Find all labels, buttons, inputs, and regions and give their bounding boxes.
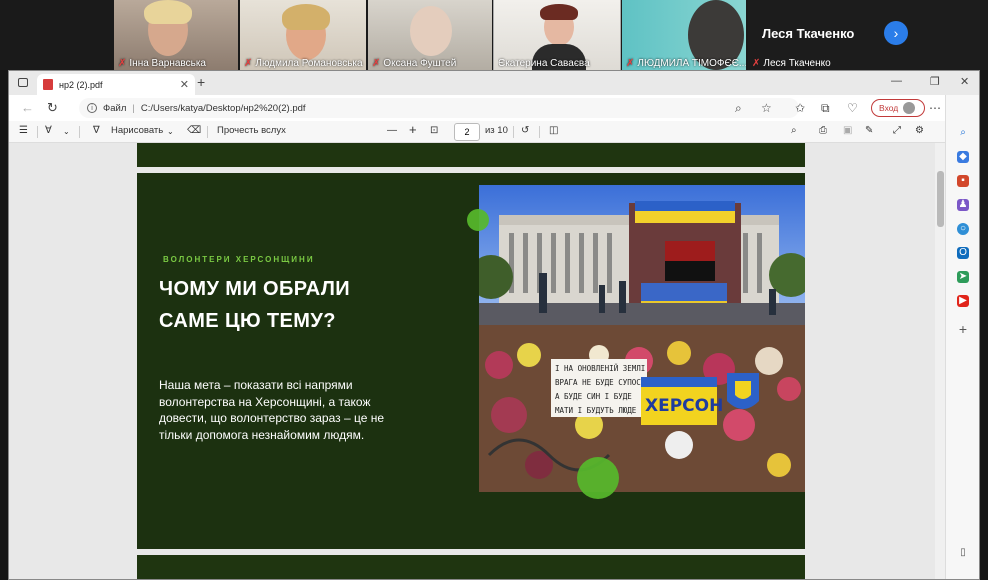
browser-window: нр2 (2).pdf ✕ + — ❐ ✕ ← ↻ i Файл | C:/Us… xyxy=(8,70,980,580)
slide-kicker: ВОЛОНТЕРИ ХЕРСОНЩИНИ xyxy=(163,255,315,264)
mic-muted-icon: ✗ xyxy=(118,57,127,69)
participant-name: Оксана Фуштей xyxy=(383,57,457,69)
participant-tile[interactable]: ✗ ЛЮДМИЛА ТІМОФЄЄ... xyxy=(622,0,746,70)
tab-pdf[interactable]: нр2 (2).pdf ✕ xyxy=(37,74,195,95)
tab-actions-icon[interactable] xyxy=(18,78,28,87)
participant-tile[interactable]: ✗ Інна Варнавська xyxy=(114,0,238,70)
close-tab-icon[interactable]: ✕ xyxy=(180,78,189,91)
sign-line: МАТИ І БУДУТЬ ЛЮДЕ xyxy=(555,406,637,415)
tab-title: нр2 (2).pdf xyxy=(59,79,103,90)
address-bar[interactable]: i Файл | C:/Users/katya/Desktop/нр2%20(2… xyxy=(79,98,799,118)
page-number-input[interactable]: 2 xyxy=(454,123,480,141)
edge-sidebar: ⌕ ◆ ▪ ♟ ○ O ➤ ▶ + ▯ xyxy=(945,95,979,579)
slide-next xyxy=(137,555,805,579)
zoom-out-icon[interactable]: — xyxy=(387,125,397,136)
slide-current: ВОЛОНТЕРИ ХЕРСОНЩИНИ ЧОМУ МИ ОБРАЛИ САМЕ… xyxy=(137,173,805,549)
shopping-icon[interactable]: ◆ xyxy=(957,151,969,163)
green-decor-dot xyxy=(577,457,619,499)
participant-name: Інна Варнавська xyxy=(129,57,206,69)
rotate-icon[interactable]: ↺ xyxy=(521,125,529,136)
slide-title: ЧОМУ МИ ОБРАЛИ САМЕ ЦЮ ТЕМУ? xyxy=(159,278,351,332)
back-arrow-icon[interactable]: ← xyxy=(21,100,34,115)
page-total: из 10 xyxy=(485,125,508,136)
tools-icon[interactable]: ▪ xyxy=(957,175,969,187)
page-view-icon[interactable]: ◫ xyxy=(549,125,558,136)
more-menu-icon[interactable]: ⋯ xyxy=(929,101,941,115)
browser-essentials-icon[interactable]: ♡ xyxy=(847,101,858,115)
green-decor-dot xyxy=(467,209,489,231)
tab-bar: нр2 (2).pdf ✕ + — ❐ ✕ xyxy=(9,71,979,95)
sign-line: А БУДЕ СИН І БУДЕ xyxy=(555,392,632,401)
next-participants-button[interactable]: › xyxy=(884,21,908,45)
participant-name: ЛЮДМИЛА ТІМОФЄЄ... xyxy=(637,57,746,69)
close-window-icon[interactable]: ✕ xyxy=(960,75,969,88)
scrollbar-thumb[interactable] xyxy=(937,171,944,227)
kherson-banner-text: ХЕРСОН xyxy=(645,396,723,416)
favorite-star-icon[interactable]: ☆ xyxy=(761,101,772,115)
speaker-name: Леся Ткаченко xyxy=(762,26,855,41)
youtube-icon[interactable]: ▶ xyxy=(957,295,969,307)
eraser-icon[interactable]: ⌫ xyxy=(187,125,201,136)
chevron-down-icon[interactable]: ⌄ xyxy=(167,127,174,136)
participant-tile[interactable]: ✗ Оксана Фуштей xyxy=(368,0,492,70)
mic-muted-icon: ✗ xyxy=(626,57,635,69)
video-strip: ✗ Інна Варнавська ✗ Людмила Романовська ✗ О… xyxy=(0,0,988,71)
avatar xyxy=(903,102,916,114)
draw-icon[interactable]: ∇ xyxy=(93,125,100,136)
games-icon[interactable]: ♟ xyxy=(957,199,969,211)
fullscreen-icon[interactable]: ⤢ xyxy=(893,125,901,136)
mic-muted-icon: ✗ xyxy=(244,57,253,69)
outlook-icon[interactable]: O xyxy=(957,247,969,259)
participant-tile[interactable]: ✗ Людмила Романовська xyxy=(240,0,366,70)
url-path: C:/Users/katya/Desktop/нр2%20(2).pdf xyxy=(140,102,306,114)
sign-line: І НА ОНОВЛЕНІЙ ЗЕМЛІ xyxy=(555,364,645,373)
print-icon[interactable]: ⎙ xyxy=(819,125,827,136)
highlight-icon[interactable]: ∀ xyxy=(45,125,52,136)
settings-gear-icon[interactable]: ⚙ xyxy=(915,125,924,136)
zoom-in-icon[interactable]: + xyxy=(409,122,417,137)
save-icon[interactable]: ▣ xyxy=(843,125,852,136)
address-bar-row: ← ↻ i Файл | C:/Users/katya/Desktop/нр2%… xyxy=(9,95,979,121)
search-icon[interactable]: ⌕ xyxy=(791,125,797,136)
fit-page-icon[interactable]: ⊡ xyxy=(430,125,438,136)
sidebar-toggle-icon[interactable]: ▯ xyxy=(957,547,969,559)
refresh-icon[interactable]: ↻ xyxy=(47,100,58,116)
slide-previous xyxy=(137,143,805,167)
save-as-icon[interactable]: ✎ xyxy=(865,125,873,136)
info-icon: i xyxy=(87,103,97,113)
screen: ✗ Інна Варнавська ✗ Людмила Романовська ✗ О… xyxy=(0,0,988,580)
pdf-file-icon xyxy=(43,79,53,90)
minimize-icon[interactable]: — xyxy=(891,75,902,87)
participant-name: Людмила Романовська xyxy=(255,57,363,69)
zoom-icon[interactable]: ⌕ xyxy=(735,101,742,116)
mic-muted-icon: ✗ xyxy=(752,58,761,69)
chevron-right-icon: › xyxy=(893,25,899,41)
restore-icon[interactable]: ❐ xyxy=(930,75,940,88)
participant-tile[interactable]: Єкатерина Саваєва xyxy=(493,0,621,71)
collections-icon[interactable]: ⧉ xyxy=(821,101,830,116)
chevron-down-icon[interactable]: ⌄ xyxy=(63,127,70,136)
url-scheme: Файл xyxy=(103,102,127,114)
participant-name: Леся Ткаченко xyxy=(763,58,831,69)
new-tab-button[interactable]: + xyxy=(197,74,205,90)
participant-name: Єкатерина Саваєва xyxy=(498,57,590,69)
microsoft365-icon[interactable]: ○ xyxy=(957,223,969,235)
kherson-photo: І НА ОНОВЛЕНІЙ ЗЕМЛІ ВРАГА НЕ БУДЕ СУПОС… xyxy=(479,185,805,492)
login-button[interactable]: Вход xyxy=(871,99,925,117)
draw-button[interactable]: Нарисовать xyxy=(111,125,163,136)
read-aloud-button[interactable]: Прочесть вслух xyxy=(217,125,286,136)
contents-icon[interactable]: ☰ xyxy=(19,125,28,136)
search-icon[interactable]: ⌕ xyxy=(957,127,969,139)
add-icon[interactable]: + xyxy=(957,322,969,336)
pdf-viewport[interactable]: ВОЛОНТЕРИ ХЕРСОНЩИНИ ЧОМУ МИ ОБРАЛИ САМЕ… xyxy=(9,143,945,579)
mic-muted-icon: ✗ xyxy=(372,57,381,69)
slide-body-text: Наша мета – показати всі напрями волонте… xyxy=(159,378,385,442)
drop-icon[interactable]: ➤ xyxy=(957,271,969,283)
photo-illustration: І НА ОНОВЛЕНІЙ ЗЕМЛІ ВРАГА НЕ БУДЕ СУПОС… xyxy=(479,185,805,492)
scrollbar[interactable] xyxy=(935,143,945,579)
favorites-icon[interactable]: ✩ xyxy=(795,101,805,115)
pdf-toolbar: ☰ ∀ ⌄ ∇ Нарисовать ⌄ ⌫ Прочесть вслух — … xyxy=(9,121,945,143)
